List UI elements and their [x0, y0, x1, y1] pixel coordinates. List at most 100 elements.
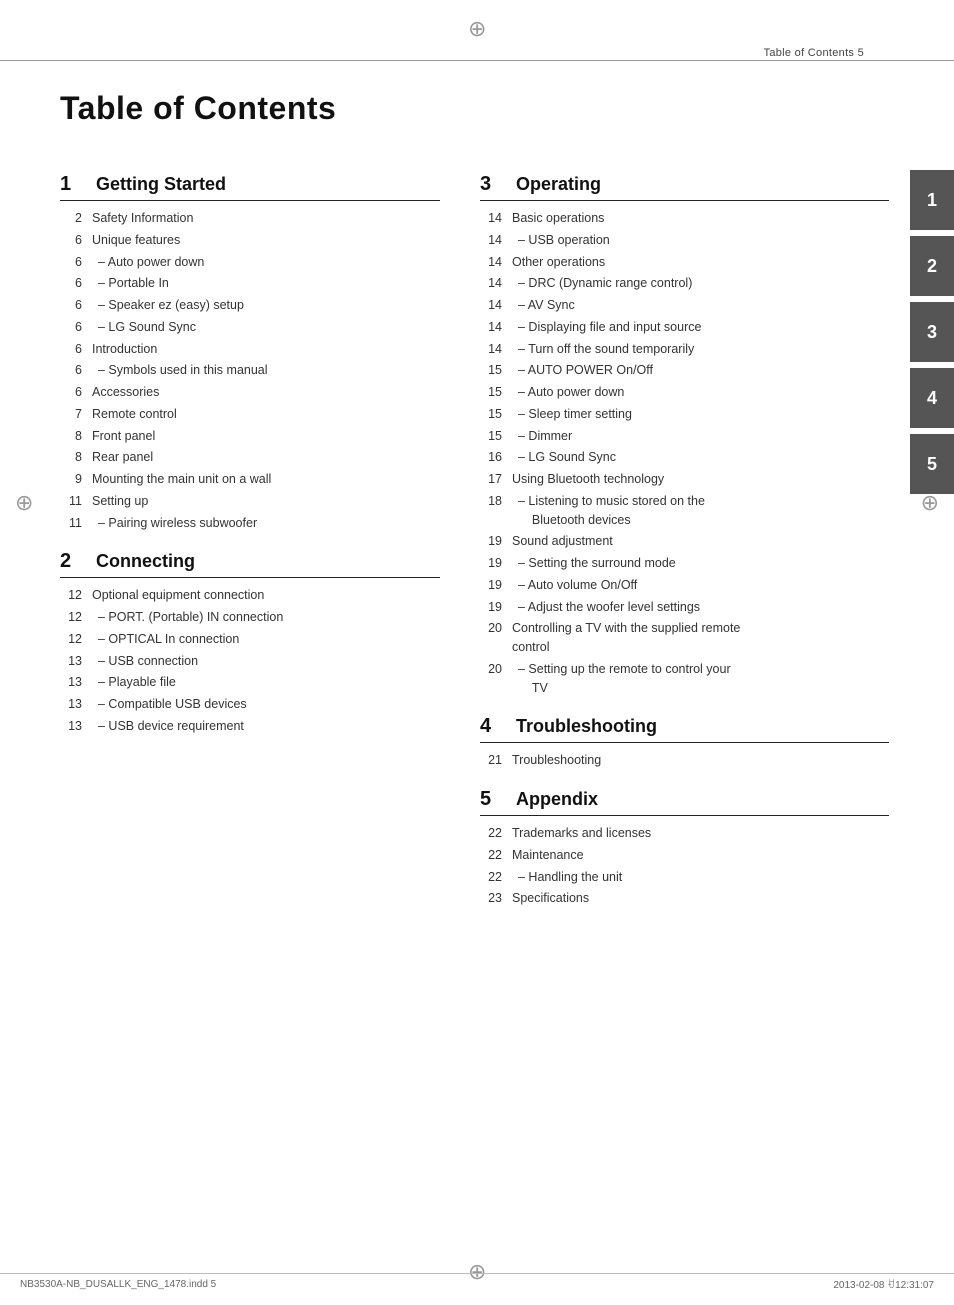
section-connecting: 2 Connecting 12 Optional equipment conne…: [60, 550, 440, 735]
toc-item: 6 – LG Sound Sync: [60, 318, 440, 337]
toc-text: – AUTO POWER On/Off: [512, 361, 653, 380]
toc-item: 15 – Auto power down: [480, 383, 889, 402]
toc-text: Troubleshooting: [512, 751, 601, 770]
toc-item: 19 – Adjust the woofer level settings: [480, 598, 889, 617]
toc-item: 6 – Speaker ez (easy) setup: [60, 296, 440, 315]
toc-item: 16 – LG Sound Sync: [480, 448, 889, 467]
toc-item: 23 Specifications: [480, 889, 889, 908]
toc-page: 13: [60, 717, 82, 736]
tab-marker-2: 2: [910, 236, 954, 296]
toc-page: 11: [60, 514, 82, 533]
toc-text: – DRC (Dynamic range control): [512, 274, 692, 293]
toc-text: – AV Sync: [512, 296, 575, 315]
toc-item: 19 – Auto volume On/Off: [480, 576, 889, 595]
tab-marker-1: 1: [910, 170, 954, 230]
section-header-1: 1 Getting Started: [60, 173, 440, 201]
tab-markers: 1 2 3 4 5: [904, 170, 954, 494]
toc-item: 20 – Setting up the remote to control yo…: [480, 660, 889, 698]
toc-page: 18: [480, 492, 502, 511]
toc-item: 12 – PORT. (Portable) IN connection: [60, 608, 440, 627]
toc-item: 14 Basic operations: [480, 209, 889, 228]
toc-page: 15: [480, 405, 502, 424]
section-title-3: Operating: [516, 174, 601, 195]
toc-page: 22: [480, 824, 502, 843]
toc-text: Mounting the main unit on a wall: [92, 470, 271, 489]
toc-item: 6 – Symbols used in this manual: [60, 361, 440, 380]
section-number-4: 4: [480, 715, 500, 738]
toc-text: – LG Sound Sync: [512, 448, 616, 467]
toc-item: 6 Accessories: [60, 383, 440, 402]
toc-page: 19: [480, 598, 502, 617]
toc-item: 8 Front panel: [60, 427, 440, 446]
toc-page: 6: [60, 340, 82, 359]
header-text: Table of Contents 5: [764, 47, 864, 59]
toc-text: – Portable In: [92, 274, 169, 293]
section-getting-started: 1 Getting Started 2 Safety Information 6…: [60, 173, 440, 532]
toc-page: 15: [480, 383, 502, 402]
toc-item: 19 – Setting the surround mode: [480, 554, 889, 573]
toc-text: – Sleep timer setting: [512, 405, 632, 424]
toc-page: 13: [60, 695, 82, 714]
crosshair-left-icon: ⊕: [15, 490, 33, 516]
toc-item: 14 – Displaying file and input source: [480, 318, 889, 337]
toc-page: 14: [480, 209, 502, 228]
section-title-5: Appendix: [516, 789, 598, 810]
toc-page: 6: [60, 383, 82, 402]
toc-item: 13 – Playable file: [60, 673, 440, 692]
toc-text: – Listening to music stored on the Bluet…: [512, 492, 705, 530]
toc-item: 15 – AUTO POWER On/Off: [480, 361, 889, 380]
toc-item: 18 – Listening to music stored on the Bl…: [480, 492, 889, 530]
toc-text: – Setting the surround mode: [512, 554, 676, 573]
toc-text: Specifications: [512, 889, 589, 908]
toc-text: Remote control: [92, 405, 177, 424]
toc-item: 15 – Sleep timer setting: [480, 405, 889, 424]
toc-page: 22: [480, 846, 502, 865]
toc-page: 8: [60, 427, 82, 446]
toc-page: 14: [480, 318, 502, 337]
toc-item: 7 Remote control: [60, 405, 440, 424]
toc-page: 6: [60, 318, 82, 337]
toc-item: 22 Maintenance: [480, 846, 889, 865]
toc-item: 12 – OPTICAL In connection: [60, 630, 440, 649]
toc-page: 14: [480, 296, 502, 315]
toc-page: 20: [480, 660, 502, 679]
toc-text: – USB connection: [92, 652, 198, 671]
toc-page: 21: [480, 751, 502, 770]
toc-text: – Auto volume On/Off: [512, 576, 637, 595]
toc-item: 6 – Portable In: [60, 274, 440, 293]
section-title-2: Connecting: [96, 551, 195, 572]
toc-text: – Auto power down: [92, 253, 204, 272]
toc-text: Sound adjustment: [512, 532, 613, 551]
toc-page: 22: [480, 868, 502, 887]
tab-marker-5: 5: [910, 434, 954, 494]
toc-item: 12 Optional equipment connection: [60, 586, 440, 605]
toc-page: 16: [480, 448, 502, 467]
section-number-1: 1: [60, 173, 80, 196]
toc-text: Safety Information: [92, 209, 193, 228]
toc-item: 6 Unique features: [60, 231, 440, 250]
toc-text: – Symbols used in this manual: [92, 361, 268, 380]
toc-page: 14: [480, 253, 502, 272]
section-number-5: 5: [480, 788, 500, 811]
toc-text: Controlling a TV with the supplied remot…: [512, 619, 740, 657]
toc-page: 19: [480, 532, 502, 551]
toc-item: 20 Controlling a TV with the supplied re…: [480, 619, 889, 657]
toc-item: 15 – Dimmer: [480, 427, 889, 446]
section-header-4: 4 Troubleshooting: [480, 715, 889, 743]
toc-item: 17 Using Bluetooth technology: [480, 470, 889, 489]
toc-page: 23: [480, 889, 502, 908]
toc-page: 17: [480, 470, 502, 489]
toc-text: – Auto power down: [512, 383, 624, 402]
section-header-2: 2 Connecting: [60, 550, 440, 578]
toc-item: 13 – USB connection: [60, 652, 440, 671]
toc-text: Other operations: [512, 253, 605, 272]
toc-item: 22 Trademarks and licenses: [480, 824, 889, 843]
toc-page: 13: [60, 652, 82, 671]
toc-text: Setting up: [92, 492, 148, 511]
toc-page: 6: [60, 253, 82, 272]
tab-marker-4: 4: [910, 368, 954, 428]
toc-text: – Compatible USB devices: [92, 695, 247, 714]
toc-text: – LG Sound Sync: [92, 318, 196, 337]
toc-item: 8 Rear panel: [60, 448, 440, 467]
toc-item: 14 – USB operation: [480, 231, 889, 250]
